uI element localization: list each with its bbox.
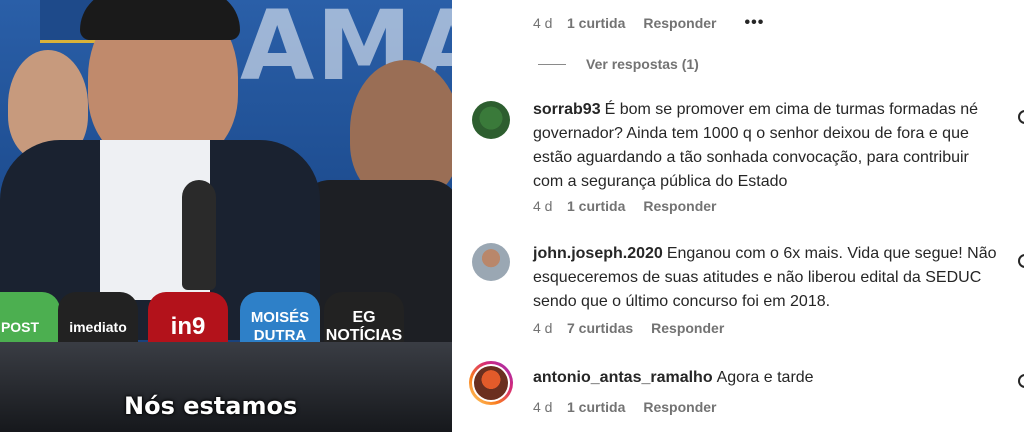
reply-button[interactable]: Responder xyxy=(643,399,716,415)
comment-text: john.joseph.2020 Enganou com o 6x mais. V… xyxy=(533,242,1003,314)
likes-count-button[interactable]: 1 curtida xyxy=(567,399,625,415)
comment-username[interactable]: john.joseph.2020 xyxy=(533,245,663,262)
likes-count-button[interactable]: 1 curtida xyxy=(567,198,625,214)
comment-meta: 4 d 1 curtida Responder xyxy=(533,198,716,214)
likes-count-button[interactable]: 7 curtidas xyxy=(567,320,633,336)
view-replies-button[interactable]: Ver respostas (1) xyxy=(538,56,699,72)
person-right xyxy=(350,60,452,200)
comment-meta: 4 d 7 curtidas Responder xyxy=(533,320,724,336)
likes-count-button[interactable]: 1 curtida xyxy=(567,15,625,31)
more-options-icon[interactable]: ••• xyxy=(744,14,764,32)
avatar-image xyxy=(474,366,508,400)
view-replies-line xyxy=(538,63,566,65)
reply-button[interactable]: Responder xyxy=(651,320,724,336)
comment-age: 4 d xyxy=(533,198,553,214)
video-frame[interactable]: AMA POST imediato in9 MOISÉS DUTRA EG NO… xyxy=(0,0,452,432)
comment-username[interactable]: antonio_antas_ramalho xyxy=(533,369,713,386)
reply-button[interactable]: Responder xyxy=(643,198,716,214)
comments-panel: 4 d 1 curtida Responder ••• Ver resposta… xyxy=(452,0,1024,432)
comment-age: 4 d xyxy=(533,320,553,336)
comment-text: antonio_antas_ramalho Agora e tarde xyxy=(533,366,1003,390)
comment-meta: 4 d 1 curtida Responder xyxy=(533,399,716,415)
like-heart-icon[interactable] xyxy=(1018,374,1024,388)
avatar[interactable] xyxy=(472,101,510,139)
comment-meta: 4 d 1 curtida Responder ••• xyxy=(533,14,764,32)
comment-age: 4 d xyxy=(533,399,553,415)
comment-body: Agora e tarde xyxy=(716,369,814,386)
like-heart-icon[interactable] xyxy=(1018,110,1024,124)
comment-text: sorrab93 É bom se promover em cima de tur… xyxy=(533,98,1003,194)
speaker-hair xyxy=(80,0,240,40)
avatar xyxy=(472,364,510,402)
like-heart-icon[interactable] xyxy=(1018,254,1024,268)
reply-button[interactable]: Responder xyxy=(643,15,716,31)
avatar[interactable] xyxy=(472,243,510,281)
comment-username[interactable]: sorrab93 xyxy=(533,101,601,118)
avatar-story-ring[interactable] xyxy=(469,361,513,405)
comment-age: 4 d xyxy=(533,15,553,31)
view-replies-label: Ver respostas (1) xyxy=(586,56,699,72)
video-caption: Nós estamos xyxy=(124,392,298,420)
